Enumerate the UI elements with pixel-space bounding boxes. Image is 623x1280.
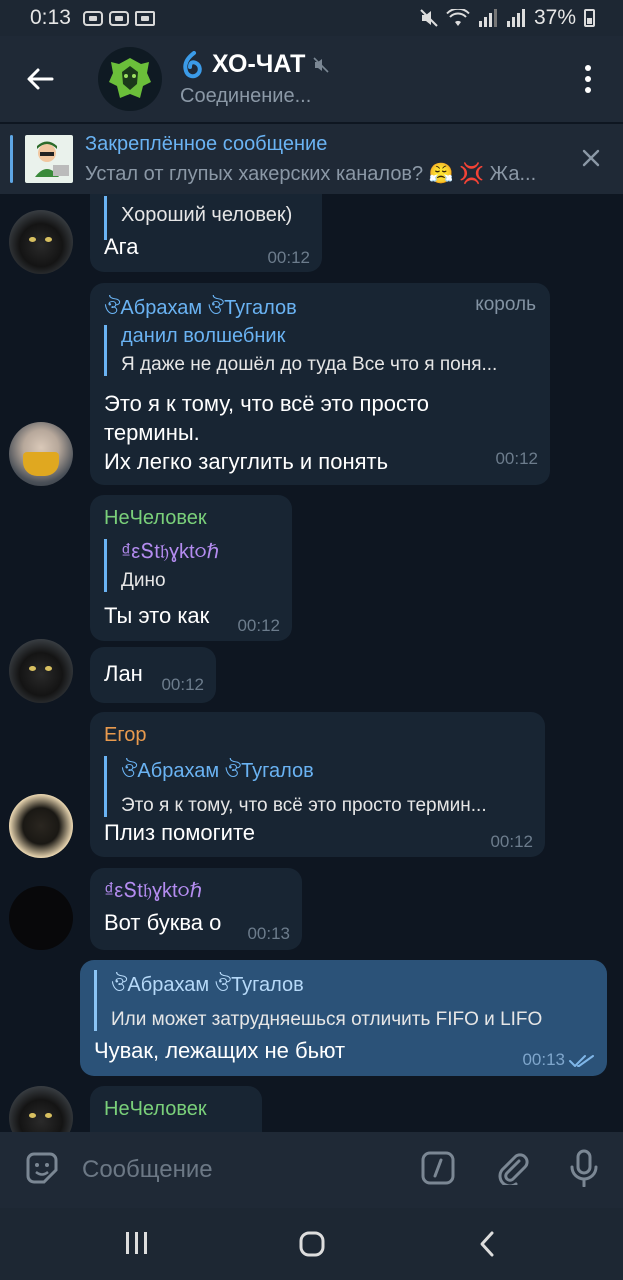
status-bar: 0:13 37%	[0, 0, 623, 36]
message-line: Их легко загуглить и понять	[104, 449, 389, 474]
youtube-icon	[108, 10, 129, 26]
reply-quote[interactable]: ₫εՏt𝔥ɣkt૦ℏ Дино	[104, 539, 281, 592]
youtube-icon	[82, 10, 103, 26]
user-avatar[interactable]	[9, 794, 73, 858]
admin-title: король	[475, 294, 536, 315]
message-time: 00:12	[495, 449, 538, 468]
sticker-icon	[26, 1152, 58, 1183]
pinned-preview: Устал от глупых хакерских каналов? 😤 💢 Ж…	[85, 162, 537, 185]
message-bubble[interactable]: Хороший человек) Ага 00:12	[90, 194, 322, 272]
battery-icon	[584, 9, 595, 27]
message-input[interactable]: Сообщение	[82, 1156, 213, 1184]
user-avatar[interactable]	[9, 210, 73, 274]
voice-message-button[interactable]	[569, 1149, 599, 1192]
reply-sender: ঔАбрахам ঔТугалов	[111, 974, 304, 996]
message-bubble[interactable]: Егор ঔАбрахам ঔТугалов Это я к тому, что…	[90, 712, 545, 857]
sender-name[interactable]: ₫εՏt𝔥ɣkt૦ℏ	[104, 878, 202, 903]
arrow-left-icon	[27, 68, 54, 90]
reply-quote[interactable]: ঔАбрахам ঔТугалов Или может затрудняешьс…	[94, 970, 591, 1031]
channel-logo-icon	[183, 50, 202, 78]
home-icon	[299, 1231, 325, 1257]
close-pinned-button[interactable]	[581, 148, 601, 173]
double-check-icon	[569, 1055, 594, 1067]
message-bubble[interactable]: ঔАбрахам ঔТугалов король данил волшебник…	[90, 283, 550, 485]
chat-header: ХО-ЧАТ Соединение...	[0, 36, 623, 122]
message-text: Чувак, лежащих не бьют	[94, 1038, 346, 1063]
signal-icon	[478, 9, 497, 27]
status-time: 0:13	[30, 6, 71, 29]
message-list[interactable]: Хороший человек) Ага 00:12 ঔАбрахам ঔТуг…	[0, 194, 623, 1132]
signal-icon	[506, 9, 525, 27]
message-text: Ты это как	[104, 603, 210, 628]
reply-sender: ঔАбрахам ঔТугалов	[121, 760, 314, 782]
reply-text: Хороший человек)	[121, 204, 293, 226]
message-text: Это я к тому, что всё это просто термины…	[104, 389, 429, 476]
pinned-accent-bar	[10, 135, 13, 183]
paperclip-icon	[498, 1152, 529, 1187]
message-text: Ага	[104, 234, 139, 259]
lion-logo-icon	[109, 58, 151, 98]
slash-command-icon	[421, 1151, 455, 1184]
message-line: Это я к тому, что всё это просто	[104, 391, 430, 416]
message-time: 00:12	[161, 675, 204, 694]
message-composer: Сообщение	[0, 1132, 623, 1208]
gallery-icon	[134, 10, 155, 26]
attach-button[interactable]	[495, 1151, 529, 1190]
user-avatar[interactable]	[9, 639, 73, 703]
message-text: Вот буква о	[104, 910, 222, 935]
wifi-icon	[446, 9, 470, 26]
reply-text: Или может затрудняешься отличить FIFO и …	[111, 1009, 543, 1030]
chat-avatar[interactable]	[98, 47, 162, 111]
message-bubble[interactable]: НеЧеловек	[90, 1086, 262, 1132]
reply-quote[interactable]: ঔАбрахам ঔТугалов Это я к тому, что всё …	[104, 756, 531, 817]
sender-name[interactable]: НеЧеловек	[104, 507, 207, 530]
sender-name[interactable]: НеЧеловек	[104, 1098, 207, 1121]
pinned-thumbnail	[25, 135, 73, 183]
chevron-left-icon	[480, 1231, 494, 1257]
notification-icons	[82, 10, 155, 26]
recents-icon	[126, 1232, 147, 1254]
reply-sender: данил волшебник	[121, 325, 286, 347]
sender-name[interactable]: Егор	[104, 724, 146, 747]
user-avatar[interactable]	[9, 886, 73, 950]
reply-quote[interactable]: данил волшебник Я даже не дошёл до туда …	[104, 325, 537, 376]
microphone-icon	[570, 1149, 598, 1187]
message-time: 00:12	[267, 248, 310, 267]
battery-percent: 37%	[533, 6, 576, 29]
message-bubble-outgoing[interactable]: ঔАбрахам ঔТугалов Или может затрудняешьс…	[80, 960, 607, 1076]
pinned-message-bar[interactable]: Закреплённое сообщение Устал от глупых х…	[0, 124, 623, 194]
sender-name[interactable]: ঔАбрахам ঔТугалов	[104, 293, 297, 326]
chat-status: Соединение...	[180, 85, 312, 107]
home-button[interactable]	[298, 1230, 326, 1263]
chat-title: ХО-ЧАТ	[212, 50, 306, 78]
mute-icon	[420, 9, 438, 27]
message-text: Плиз помогите	[104, 820, 256, 845]
more-menu-button[interactable]	[585, 65, 591, 93]
message-bubble[interactable]: Лан 00:12	[90, 647, 216, 703]
emoji-button[interactable]	[24, 1150, 60, 1191]
reply-text: Дино	[121, 570, 166, 591]
close-icon	[582, 149, 600, 167]
hacker-image-icon	[27, 137, 71, 181]
bot-command-button[interactable]	[421, 1151, 455, 1190]
message-time: 00:13	[247, 924, 290, 943]
back-button[interactable]	[0, 67, 80, 91]
message-text: Лан	[104, 661, 143, 686]
message-time: 00:12	[490, 832, 533, 851]
muted-icon	[313, 56, 330, 73]
message-bubble[interactable]: НеЧеловек ₫εՏt𝔥ɣkt૦ℏ Дино Ты это как 00:…	[90, 495, 292, 641]
system-navigation-bar	[0, 1208, 623, 1280]
reply-text: Это я к тому, что всё это просто термин.…	[121, 795, 487, 816]
message-bubble[interactable]: ₫εՏt𝔥ɣkt૦ℏ Вот буква о 00:13	[90, 868, 302, 950]
reply-text: Я даже не дошёл до туда Все что я поня..…	[121, 354, 498, 375]
recent-apps-button[interactable]	[126, 1232, 147, 1254]
message-line: термины.	[104, 420, 200, 445]
user-avatar[interactable]	[9, 422, 73, 486]
message-time: 00:12	[237, 616, 280, 635]
reply-sender: ₫εՏt𝔥ɣkt૦ℏ	[121, 541, 220, 563]
user-avatar[interactable]	[9, 1086, 73, 1132]
message-time: 00:13	[522, 1050, 565, 1069]
back-nav-button[interactable]	[478, 1230, 496, 1263]
pinned-title: Закреплённое сообщение	[85, 132, 328, 155]
